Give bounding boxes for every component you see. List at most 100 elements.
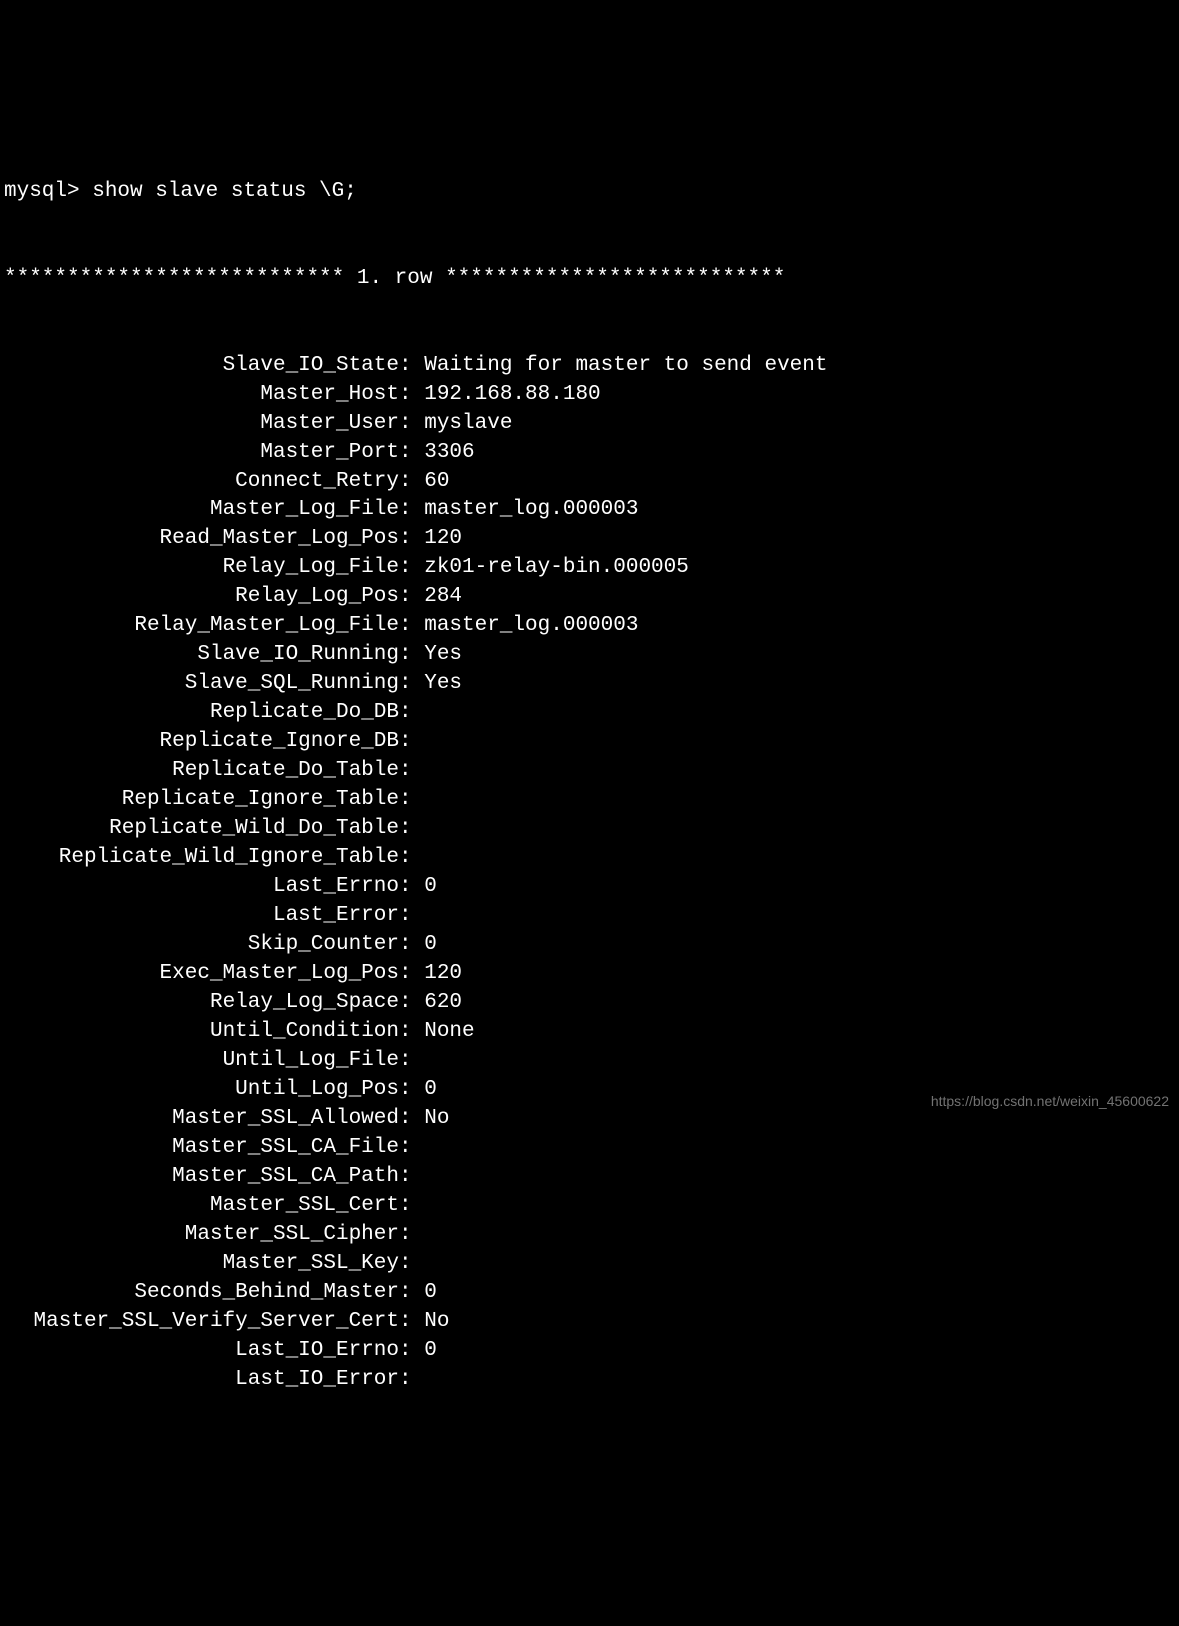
status-separator: : [399, 873, 424, 902]
status-key: Replicate_Wild_Do_Table [4, 815, 399, 844]
status-row: Connect_Retry: 60 [4, 468, 1179, 497]
status-value: 0 [424, 1279, 437, 1308]
status-row: Master_SSL_Key: [4, 1250, 1179, 1279]
status-separator: : [399, 670, 424, 699]
status-value: 0 [424, 1076, 437, 1105]
status-row: Slave_SQL_Running: Yes [4, 670, 1179, 699]
status-separator: : [399, 525, 424, 554]
status-fields: Slave_IO_State: Waiting for master to se… [4, 352, 1179, 1395]
status-separator: : [399, 468, 424, 497]
status-separator: : [399, 381, 424, 410]
status-key: Slave_SQL_Running [4, 670, 399, 699]
status-value: zk01-relay-bin.000005 [424, 554, 689, 583]
row-header: *************************** 1. row *****… [4, 265, 1179, 294]
status-separator: : [399, 844, 424, 873]
status-key: Skip_Counter [4, 931, 399, 960]
status-row: Master_SSL_Cipher: [4, 1221, 1179, 1250]
status-separator: : [399, 352, 424, 381]
status-key: Master_User [4, 410, 399, 439]
status-row: Last_Error: [4, 902, 1179, 931]
status-row: Master_SSL_CA_File: [4, 1134, 1179, 1163]
status-value: master_log.000003 [424, 496, 638, 525]
status-separator: : [399, 902, 424, 931]
status-key: Last_Error [4, 902, 399, 931]
status-row: Replicate_Ignore_Table: [4, 786, 1179, 815]
status-key: Replicate_Do_Table [4, 757, 399, 786]
status-row: Slave_IO_Running: Yes [4, 641, 1179, 670]
status-key: Master_SSL_Cipher [4, 1221, 399, 1250]
status-row: Relay_Log_Pos: 284 [4, 583, 1179, 612]
status-row: Slave_IO_State: Waiting for master to se… [4, 352, 1179, 381]
status-key: Master_SSL_Allowed [4, 1105, 399, 1134]
status-row: Master_Log_File: master_log.000003 [4, 496, 1179, 525]
status-key: Relay_Log_File [4, 554, 399, 583]
status-key: Until_Log_File [4, 1047, 399, 1076]
status-key: Relay_Log_Space [4, 989, 399, 1018]
status-key: Until_Log_Pos [4, 1076, 399, 1105]
status-key: Read_Master_Log_Pos [4, 525, 399, 554]
status-value: Yes [424, 641, 462, 670]
status-key: Master_SSL_Key [4, 1250, 399, 1279]
status-row: Last_Errno: 0 [4, 873, 1179, 902]
status-row: Last_IO_Errno: 0 [4, 1337, 1179, 1366]
status-row: Relay_Master_Log_File: master_log.000003 [4, 612, 1179, 641]
status-separator: : [399, 410, 424, 439]
status-separator: : [399, 1192, 424, 1221]
status-separator: : [399, 728, 424, 757]
status-value: Yes [424, 670, 462, 699]
status-row: Relay_Log_File: zk01-relay-bin.000005 [4, 554, 1179, 583]
status-separator: : [399, 1076, 424, 1105]
status-key: Master_Host [4, 381, 399, 410]
status-value: 3306 [424, 439, 474, 468]
status-key: Relay_Master_Log_File [4, 612, 399, 641]
status-row: Master_SSL_CA_Path: [4, 1163, 1179, 1192]
status-value: No [424, 1105, 449, 1134]
status-separator: : [399, 496, 424, 525]
status-row: Relay_Log_Space: 620 [4, 989, 1179, 1018]
terminal-output[interactable]: mysql> show slave status \G; ***********… [4, 120, 1179, 1424]
status-row: Replicate_Wild_Do_Table: [4, 815, 1179, 844]
status-key: Connect_Retry [4, 468, 399, 497]
status-key: Master_Log_File [4, 496, 399, 525]
status-key: Slave_IO_State [4, 352, 399, 381]
status-separator: : [399, 583, 424, 612]
status-row: Master_User: myslave [4, 410, 1179, 439]
status-value: 620 [424, 989, 462, 1018]
status-value: 120 [424, 525, 462, 554]
status-value: myslave [424, 410, 512, 439]
status-separator: : [399, 815, 424, 844]
status-key: Master_SSL_CA_File [4, 1134, 399, 1163]
status-separator: : [399, 1337, 424, 1366]
status-row: Read_Master_Log_Pos: 120 [4, 525, 1179, 554]
status-separator: : [399, 439, 424, 468]
status-separator: : [399, 612, 424, 641]
status-separator: : [399, 699, 424, 728]
status-separator: : [399, 1366, 424, 1395]
status-row: Replicate_Do_Table: [4, 757, 1179, 786]
status-row: Until_Condition: None [4, 1018, 1179, 1047]
status-separator: : [399, 554, 424, 583]
status-key: Last_Errno [4, 873, 399, 902]
status-separator: : [399, 1163, 424, 1192]
status-separator: : [399, 1134, 424, 1163]
status-key: Master_SSL_Verify_Server_Cert [4, 1308, 399, 1337]
status-key: Replicate_Ignore_Table [4, 786, 399, 815]
status-value: 192.168.88.180 [424, 381, 600, 410]
status-separator: : [399, 641, 424, 670]
status-separator: : [399, 931, 424, 960]
status-key: Replicate_Do_DB [4, 699, 399, 728]
status-separator: : [399, 757, 424, 786]
status-key: Seconds_Behind_Master [4, 1279, 399, 1308]
status-row: Master_Host: 192.168.88.180 [4, 381, 1179, 410]
status-value: 0 [424, 873, 437, 902]
status-row: Replicate_Do_DB: [4, 699, 1179, 728]
status-separator: : [399, 1018, 424, 1047]
status-value: Waiting for master to send event [424, 352, 827, 381]
status-key: Exec_Master_Log_Pos [4, 960, 399, 989]
status-value: 60 [424, 468, 449, 497]
status-row: Skip_Counter: 0 [4, 931, 1179, 960]
status-key: Last_IO_Error [4, 1366, 399, 1395]
status-value: None [424, 1018, 474, 1047]
status-separator: : [399, 786, 424, 815]
status-key: Last_IO_Errno [4, 1337, 399, 1366]
